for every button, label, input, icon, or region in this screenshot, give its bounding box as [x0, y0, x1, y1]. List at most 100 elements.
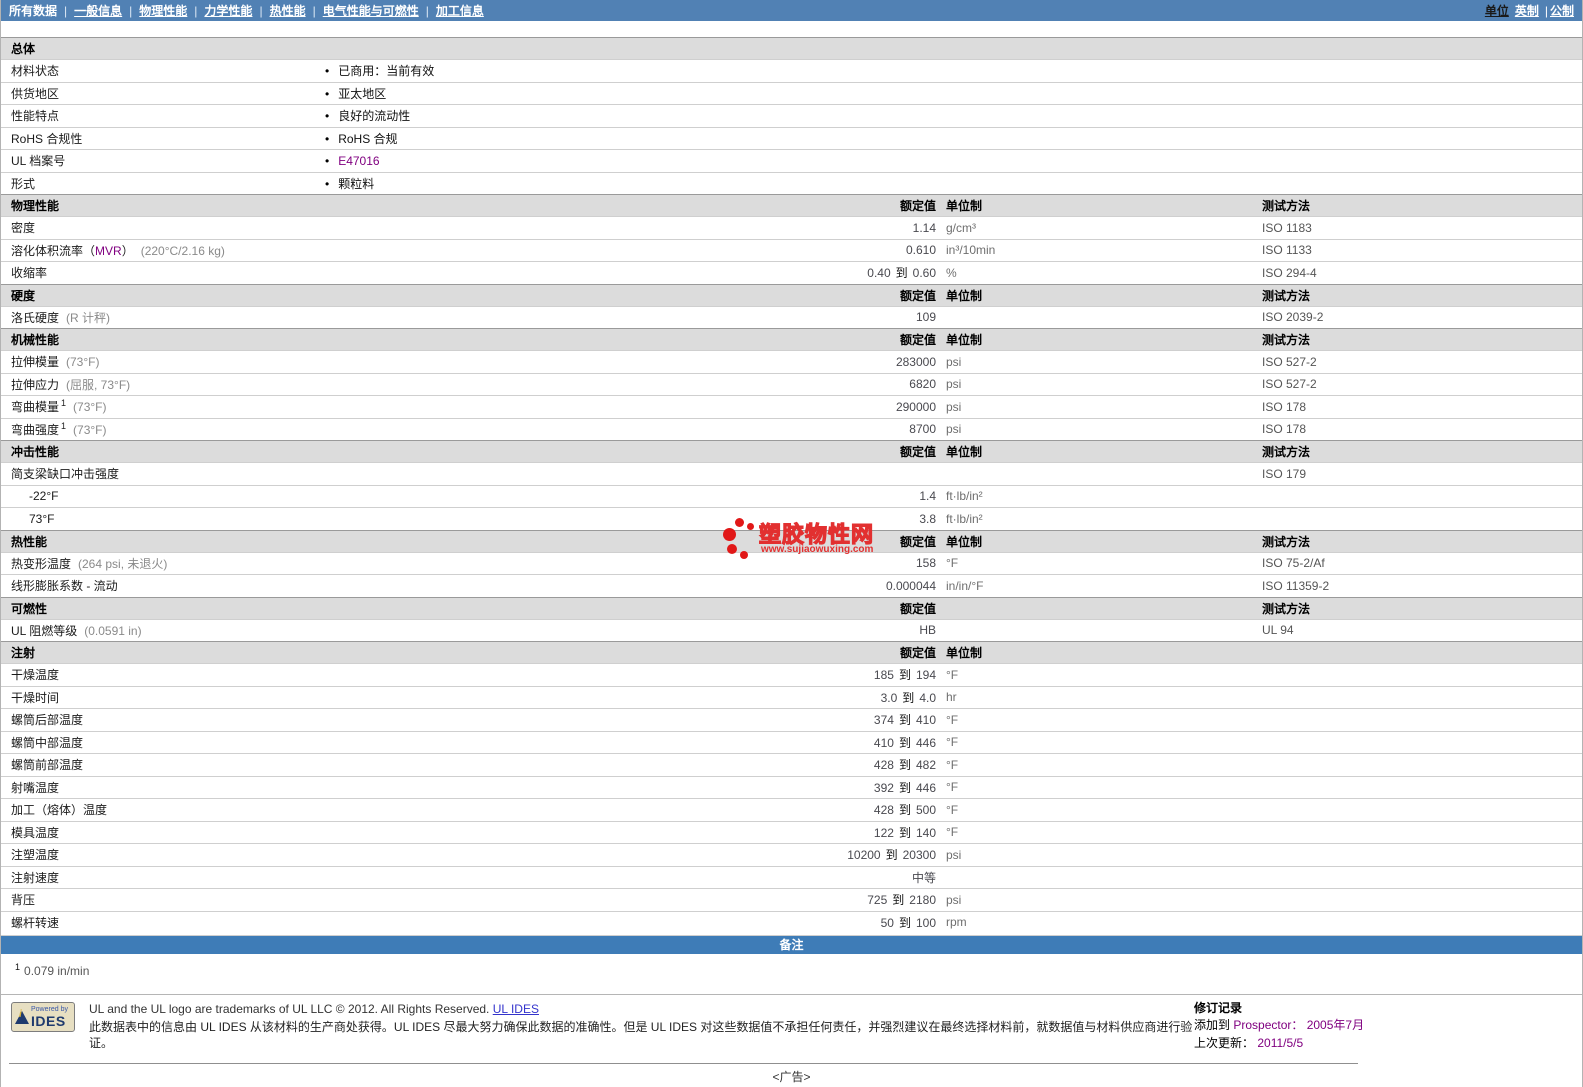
test-method: ISO 527-2 — [1262, 377, 1317, 391]
property-value: 颗粒料 — [338, 177, 374, 191]
property-label-cell: 背压 — [1, 891, 831, 908]
rated-value-max: 4.0 — [919, 691, 936, 705]
property-label: 干燥温度 — [11, 668, 59, 682]
property-label-cell: 干燥时间 — [1, 689, 831, 706]
unit-english[interactable]: 英制 — [1515, 2, 1539, 19]
added-label: 添加到 — [1194, 1018, 1233, 1032]
unit-cell: psi — [938, 893, 1254, 907]
table-row: 收缩率 0.40到0.60% ISO 294-4 — [1, 261, 1582, 284]
ul-ides-link[interactable]: UL IDES — [493, 1002, 539, 1016]
unit-cell: ft·lb/in² — [938, 489, 1254, 503]
nav-item-4[interactable]: 热性能 — [270, 4, 306, 18]
rated-value-cell: 3.8 — [831, 512, 938, 526]
table-row: 加工（熔体）温度428到500°F — [1, 798, 1582, 821]
table-row: 73°F3.8ft·lb/in² — [1, 507, 1582, 530]
property-label-cell: 注射速度 — [1, 869, 831, 886]
test-method-cell: ISO 1183 — [1254, 221, 1582, 235]
section-title: 硬度 — [1, 287, 831, 304]
unit-value: psi — [946, 848, 961, 862]
rated-value: HB — [919, 623, 936, 637]
property-value: 亚太地区 — [338, 87, 386, 101]
property-label-cell: 收缩率 — [1, 264, 831, 281]
test-method-cell: ISO 1133 — [1254, 243, 1582, 257]
test-method-cell: ISO 178 — [1254, 422, 1582, 436]
table-row: 密度1.14g/cm³ISO 1183 — [1, 216, 1582, 239]
rated-value-cell: 0.40到0.60 — [831, 264, 938, 281]
test-method: ISO 178 — [1262, 422, 1306, 436]
table-row: 供货地区•亚太地区 — [1, 82, 1582, 105]
property-label: 收缩率 — [11, 266, 47, 280]
unit-cell: in/in/°F — [938, 579, 1254, 593]
rated-value-cell: HB — [831, 623, 938, 637]
unit-value: °F — [946, 803, 958, 817]
nav-item-2[interactable]: 物理性能 — [139, 4, 187, 18]
nav-item-1[interactable]: 一般信息 — [74, 4, 122, 18]
nav-item-0[interactable]: 所有数据 — [9, 4, 57, 18]
table-row: 溶化体积流率（MVR）(220°C/2.16 kg)0.610in³/10min… — [1, 239, 1582, 262]
table-row: 螺杆转速50到100rpm — [1, 911, 1582, 934]
range-to: 到 — [899, 826, 911, 840]
section-title: 热性能 — [1, 533, 831, 550]
col-header-unit: 单位制 — [938, 443, 1254, 460]
nav-separator: | — [426, 4, 429, 18]
nav-item-3[interactable]: 力学性能 — [204, 4, 252, 18]
rated-value: 374 — [874, 713, 894, 727]
property-link[interactable]: MVR — [95, 244, 122, 258]
unit-cell: °F — [938, 780, 1254, 794]
rated-value-cell: 283000 — [831, 355, 938, 369]
added-date: 2005年7月 — [1303, 1018, 1364, 1032]
rated-value: 290000 — [896, 400, 936, 414]
rated-value-max: 2180 — [909, 893, 936, 907]
rated-value-max: 0.60 — [913, 266, 936, 280]
test-method: ISO 294-4 — [1262, 266, 1317, 280]
property-condition: (220°C/2.16 kg) — [141, 244, 225, 258]
test-method: UL 94 — [1262, 623, 1294, 637]
bullet-icon: • — [325, 64, 329, 78]
unit-cell: in³/10min — [938, 243, 1254, 257]
unit-value: °F — [946, 556, 958, 570]
nav-item-5[interactable]: 电气性能与可燃性 — [323, 4, 419, 18]
property-label: 线形膨胀系数 - 流动 — [11, 579, 118, 593]
unit-cell: % — [938, 266, 1254, 280]
top-nav: 所有数据|一般信息|物理性能|力学性能|热性能|电气性能与可燃性|加工信息 单位… — [1, 0, 1582, 21]
unit-metric[interactable]: 公制 — [1550, 2, 1574, 19]
footer-disclaimer: 此数据表中的信息由 UL IDES 从该材料的生产商处获得。UL IDES 尽最… — [89, 1019, 1197, 1051]
rated-value-cell: 8700 — [831, 422, 938, 436]
property-label-cell: 材料状态 — [1, 62, 315, 79]
table-row: 干燥时间3.0到4.0 hr — [1, 686, 1582, 709]
range-to: 到 — [899, 713, 911, 727]
table-row: 性能特点•良好的流动性 — [1, 104, 1582, 127]
rated-value-cell: 725到2180 — [831, 891, 938, 908]
property-value[interactable]: E47016 — [338, 154, 379, 168]
property-condition: (73°F) — [66, 355, 99, 369]
footer-trademark-line: UL and the UL logo are trademarks of UL … — [89, 1002, 1197, 1016]
property-label-cell: -22°F — [1, 489, 831, 503]
updated-label: 上次更新： — [1194, 1036, 1257, 1050]
footnote-marker: 1 — [61, 398, 66, 408]
nav-item-6[interactable]: 加工信息 — [436, 4, 484, 18]
property-label-cell: 螺杆转速 — [1, 914, 831, 931]
table-row: 热变形温度(264 psi, 未退火)158°FISO 75-2/Af — [1, 552, 1582, 575]
ides-logo[interactable]: i Powered by IDES — [11, 1002, 75, 1032]
nav-separator: | — [129, 4, 132, 18]
units-label[interactable]: 单位 — [1485, 2, 1509, 19]
property-label-cell: 注塑温度 — [1, 846, 831, 863]
bullet-icon: • — [325, 109, 329, 123]
unit-value: hr — [946, 690, 957, 704]
rated-value: 109 — [916, 310, 936, 324]
range-to: 到 — [899, 803, 911, 817]
prospector-link[interactable]: Prospector： — [1233, 1018, 1303, 1032]
unit-value: psi — [946, 400, 961, 414]
unit-cell: °F — [938, 825, 1254, 839]
footnote-marker: 1 — [15, 962, 20, 972]
table-row: 弯曲强度1(73°F)8700psiISO 178 — [1, 418, 1582, 441]
table-row: 模具温度122到140°F — [1, 821, 1582, 844]
rated-value-max: 500 — [916, 803, 936, 817]
rated-value-cell: 428 到 500 — [831, 801, 938, 818]
rated-value: 428 — [874, 803, 894, 817]
col-header-unit: 单位制 — [938, 331, 1254, 348]
table-row: 材料状态•已商用：当前有效 — [1, 59, 1582, 82]
rated-value-cell: 3.0到4.0 — [831, 689, 938, 706]
nav-separator: | — [64, 4, 67, 18]
property-label: UL 档案号 — [11, 154, 65, 168]
